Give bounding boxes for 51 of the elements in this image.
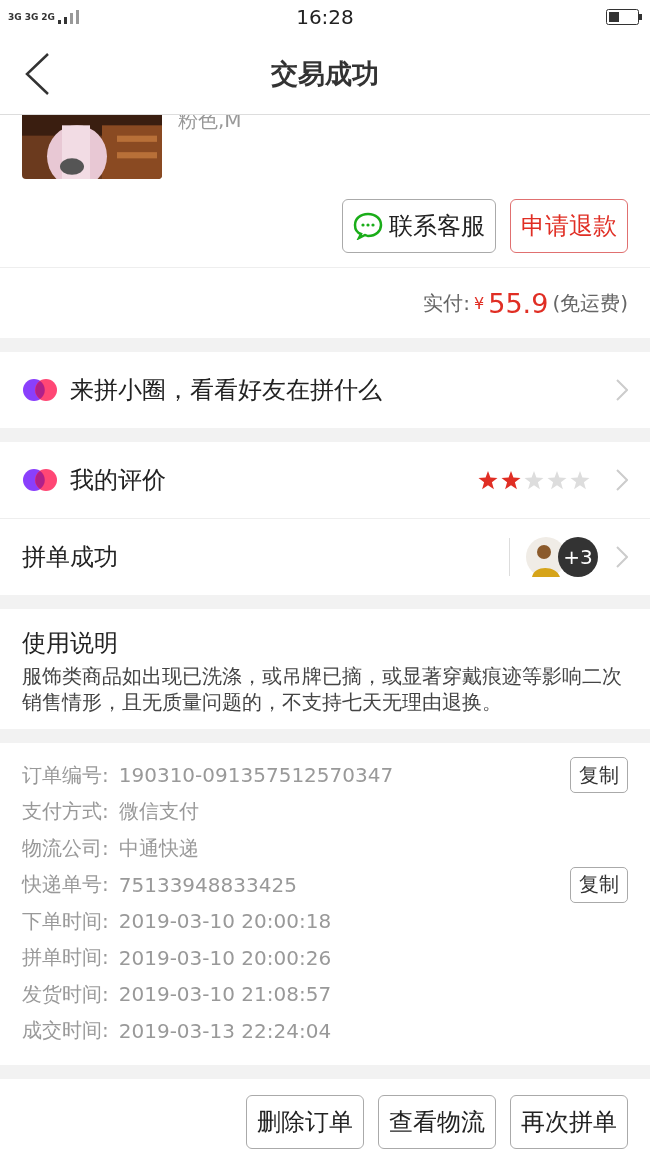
- chevron-icon: [616, 379, 628, 401]
- info-label: 快递单号:: [22, 871, 109, 899]
- circles-icon: [22, 378, 58, 402]
- info-value: 75133948833425: [118, 872, 297, 897]
- chevron-icon: [616, 546, 628, 568]
- info-value: 2019-03-10 21:08:57: [118, 982, 332, 1007]
- order-button[interactable]: 查看物流: [378, 1095, 496, 1149]
- page-title: 交易成功: [270, 57, 380, 91]
- info-label: 支付方式:: [22, 798, 109, 826]
- info-value: 中通快递: [118, 834, 199, 862]
- copy-button[interactable]: 复制: [570, 866, 628, 903]
- action-button[interactable]: 联系客服: [342, 199, 496, 253]
- review-label: 我的评价: [70, 465, 167, 496]
- network-label: 3G: [24, 12, 39, 22]
- info-value: 2019-03-13 22:24:04: [118, 1018, 332, 1043]
- signal-icon: [57, 10, 79, 24]
- clock-time: 16:28: [295, 5, 355, 29]
- order-button[interactable]: 再次拼单: [510, 1095, 628, 1149]
- chat-icon: [353, 212, 383, 240]
- currency-sign: ¥: [474, 293, 485, 313]
- star-icon: [547, 470, 567, 490]
- copy-button[interactable]: 复制: [570, 757, 628, 794]
- info-label: 成交时间:: [22, 1017, 109, 1045]
- info-label: 发货时间:: [22, 980, 109, 1008]
- instructions-title: 使用说明: [22, 628, 119, 659]
- info-label: 物流公司:: [22, 834, 109, 862]
- info-value: 190310-091357512570347: [118, 763, 394, 788]
- star-icon: [501, 470, 521, 490]
- info-label: 下单时间:: [22, 907, 109, 935]
- info-value: 2019-03-10 20:00:26: [118, 945, 332, 970]
- group-status: 拼单成功: [22, 542, 119, 573]
- action-button[interactable]: 申请退款: [510, 199, 628, 253]
- order-button[interactable]: 删除订单: [246, 1095, 364, 1149]
- info-value: 微信支付: [118, 798, 199, 826]
- paid-amount: 55.9: [488, 287, 549, 319]
- more-members-badge: +3: [558, 537, 598, 577]
- circles-icon: [22, 468, 58, 492]
- network-label: 3G: [8, 12, 22, 22]
- star-icon: [570, 470, 590, 490]
- info-label: 拼单时间:: [22, 944, 109, 972]
- paid-label: 实付:: [423, 289, 471, 317]
- network-label: 2G: [41, 12, 55, 22]
- back-icon[interactable]: [24, 52, 50, 96]
- star-icon: [524, 470, 544, 490]
- instructions-text: 服饰类商品如出现已洗涤，或吊牌已摘，或显著穿戴痕迹等影响二次销售情形，且无质量问题的，不支持七天无理由退换。: [22, 663, 623, 715]
- star-icon: [478, 470, 498, 490]
- battery-icon: [606, 9, 642, 25]
- info-label: 订单编号:: [22, 761, 109, 789]
- info-value: 2019-03-10 20:00:18: [118, 909, 332, 934]
- shipping-note: (免运费): [552, 289, 628, 317]
- chevron-icon: [616, 469, 628, 491]
